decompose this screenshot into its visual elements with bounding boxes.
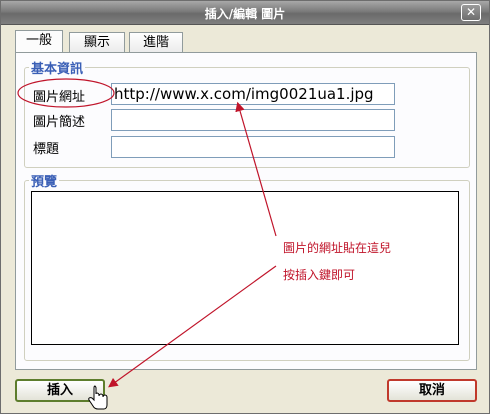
arrow-to-insert-button — [108, 265, 277, 388]
highlight-ellipse — [17, 78, 115, 108]
hand-cursor-icon — [88, 385, 108, 410]
arrow-to-url-field — [235, 101, 277, 237]
annotation-overlay — [17, 78, 277, 410]
